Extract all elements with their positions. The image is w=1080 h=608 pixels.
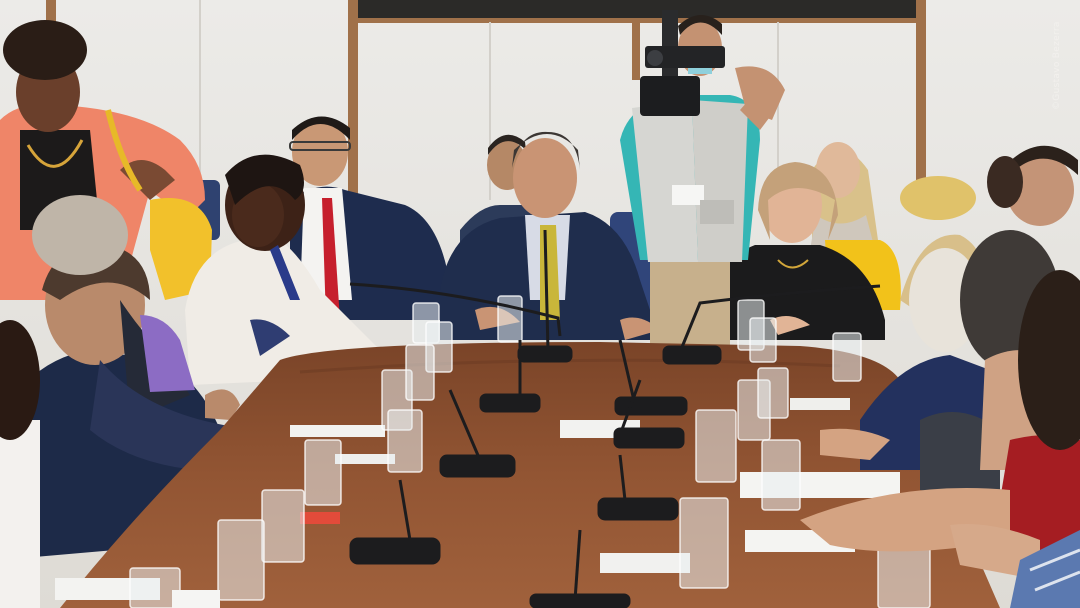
meeting-photo: ©Gustavo Bezerra bbox=[0, 0, 1080, 608]
wall-panel-divider bbox=[632, 20, 640, 80]
wall-panel-divider bbox=[348, 0, 358, 210]
paper-sheet bbox=[290, 425, 385, 437]
wall-panel-divider bbox=[916, 0, 926, 190]
window-frame bbox=[358, 0, 916, 20]
photo-watermark: ©Gustavo Bezerra bbox=[1052, 21, 1062, 110]
paper-cup bbox=[172, 590, 220, 608]
paper-sheet bbox=[790, 398, 850, 410]
person-back-right-woman bbox=[987, 156, 1023, 208]
person-far-left bbox=[0, 320, 40, 608]
paper-sheet bbox=[335, 454, 395, 464]
meeting-scene bbox=[0, 0, 1080, 608]
paper-sheet bbox=[600, 553, 690, 573]
notebook bbox=[300, 512, 340, 524]
